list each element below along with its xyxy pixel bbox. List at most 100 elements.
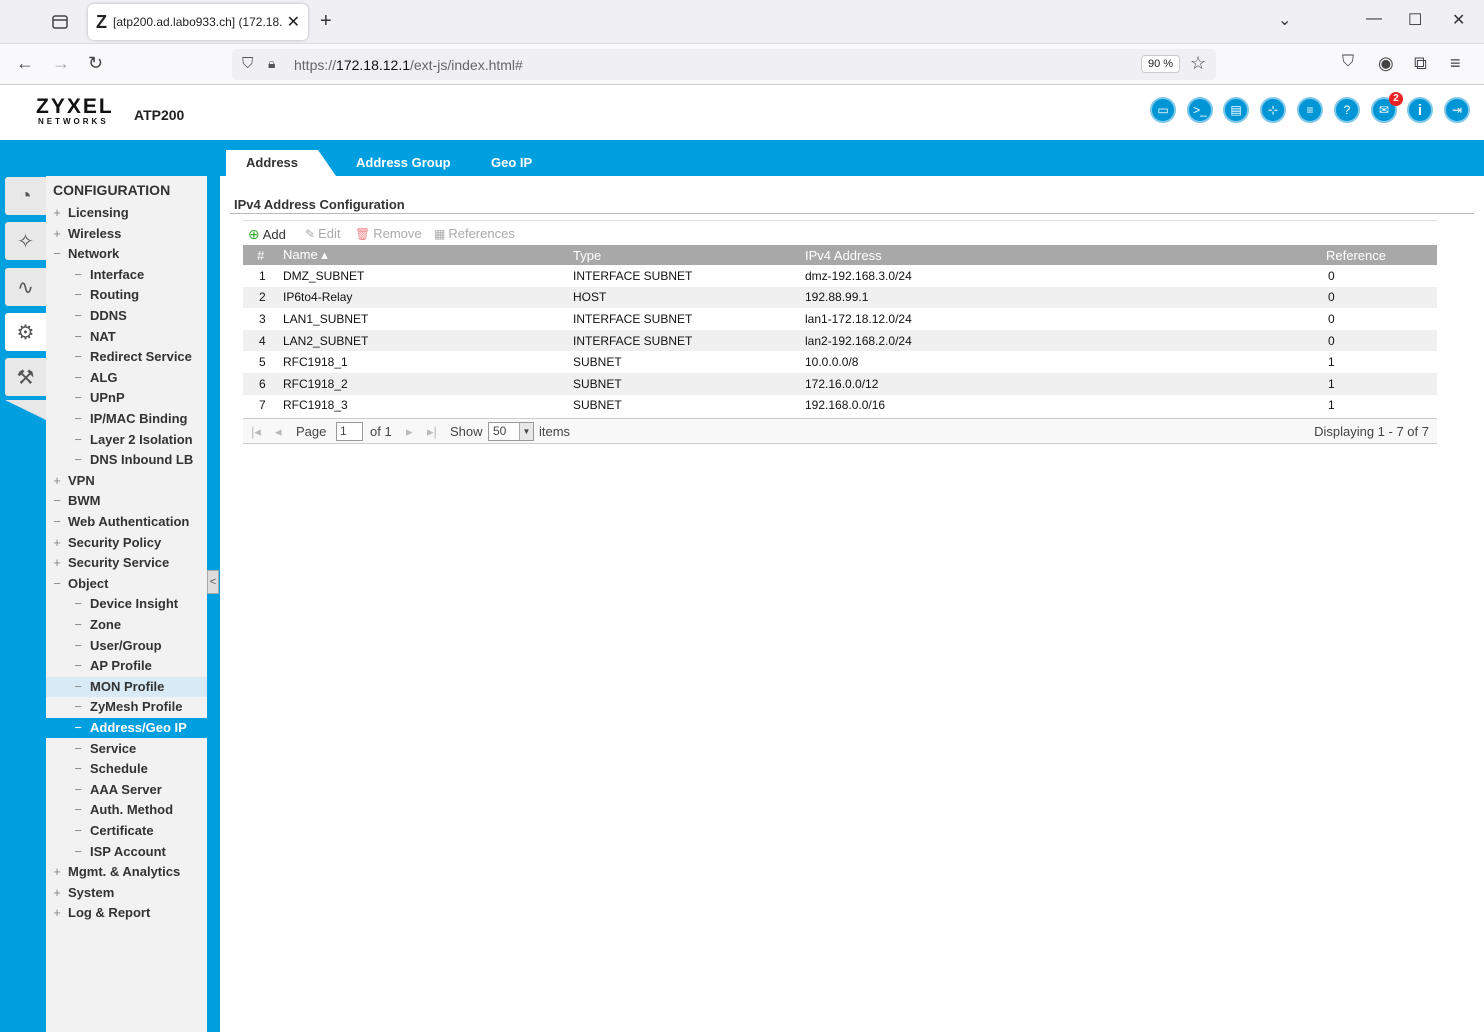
account-icon[interactable]: ◉ — [1378, 53, 1394, 74]
prev-page-icon[interactable]: ◂ — [275, 424, 282, 440]
browser-tab[interactable]: Z [atp200.ad.labo933.ch] (172.18. ✕ — [88, 4, 308, 40]
table-row[interactable]: 2 IP6to4-Relay HOST 192.88.99.1 0 — [243, 286, 1437, 309]
address-bar[interactable]: ⛉ 🔒︎ https://172.18.12.1/ext-js/index.ht… — [232, 49, 1216, 80]
last-page-icon[interactable]: ▸| — [427, 424, 437, 440]
sidebar-item[interactable]: + Log & Report — [46, 903, 207, 923]
remove-button[interactable]: 🗑︎ Remove — [355, 226, 422, 241]
tree-branch-icon[interactable]: − — [46, 512, 68, 532]
table-row[interactable]: 3 LAN1_SUBNET INTERFACE SUBNET lan1-172.18.… — [243, 308, 1437, 330]
monitor-icon[interactable]: ▤ — [1223, 97, 1249, 123]
col-name[interactable]: Name ▴ — [279, 245, 569, 265]
new-tab-icon[interactable]: + — [320, 10, 332, 33]
monitor-pulse-icon[interactable]: ∿ — [5, 268, 46, 306]
add-button[interactable]: ⊕ Add — [248, 226, 286, 243]
tab-address-group[interactable]: Address Group — [356, 150, 451, 176]
sidebar-item[interactable]: − DNS Inbound LB — [46, 450, 207, 470]
tab-list-icon[interactable] — [50, 12, 70, 32]
zoom-level[interactable]: 90 % — [1141, 55, 1181, 73]
col-type[interactable]: Type — [569, 245, 801, 265]
sidebar-item[interactable]: − Auth. Method — [46, 800, 207, 820]
sidebar-item[interactable]: − ALG — [46, 368, 207, 388]
tab-address[interactable]: Address — [226, 150, 318, 176]
logout-icon[interactable]: ⇥ — [1444, 97, 1470, 123]
sidebar-item[interactable]: − Web Authentication — [46, 512, 207, 532]
sidebar-item[interactable]: + System — [46, 883, 207, 903]
table-row[interactable]: 5 RFC1918_1 SUBNET 10.0.0.0/8 1 — [243, 351, 1437, 373]
page-number-input[interactable]: 1 — [336, 422, 363, 441]
col-ipv4-address[interactable]: IPv4 Address — [801, 245, 1322, 265]
sidebar-item[interactable]: − Redirect Service — [46, 347, 207, 367]
expand-icon[interactable]: + — [46, 862, 68, 882]
page-size-select[interactable]: 50 ▼ — [488, 422, 534, 441]
sidebar-item[interactable]: + Security Service — [46, 553, 207, 573]
table-row[interactable]: 7 RFC1918_3 SUBNET 192.168.0.0/16 1 — [243, 395, 1437, 417]
sidebar-item[interactable]: − AAA Server — [46, 780, 207, 800]
sidebar-item[interactable]: − Layer 2 Isolation — [46, 430, 207, 450]
sidebar-item[interactable]: − IP/MAC Binding — [46, 409, 207, 429]
sidebar-item[interactable]: − Interface — [46, 265, 207, 285]
sidebar-item[interactable]: − Device Insight — [46, 594, 207, 614]
bookmark-star-icon[interactable]: ☆ — [1190, 53, 1206, 74]
chat-icon[interactable]: ≡ — [1297, 97, 1323, 123]
maintenance-tools-icon[interactable]: ⚒ — [5, 358, 46, 396]
sidebar-item[interactable]: + Security Policy — [46, 533, 207, 553]
close-tab-icon[interactable]: ✕ — [287, 12, 300, 32]
sidebar-item[interactable]: − Routing — [46, 285, 207, 305]
sidebar-item[interactable]: − ZyMesh Profile — [46, 697, 207, 717]
sidebar-item[interactable]: − Object — [46, 574, 207, 594]
col-index[interactable]: # — [243, 245, 279, 265]
sidebar-item[interactable]: + VPN — [46, 471, 207, 491]
pocket-icon[interactable]: ⛉ — [1342, 53, 1354, 71]
table-row[interactable]: 4 LAN2_SUBNET INTERFACE SUBNET lan2-192.168… — [243, 329, 1437, 352]
sidebar-item[interactable]: − Service — [46, 739, 207, 759]
tree-branch-icon[interactable]: − — [46, 574, 68, 594]
next-page-icon[interactable]: ▸ — [406, 424, 413, 440]
expand-icon[interactable]: + — [46, 224, 68, 244]
forward-icon[interactable]: → — [52, 53, 70, 74]
quick-setup-icon[interactable]: ✧ — [5, 222, 46, 260]
minimize-icon[interactable]: — — [1366, 10, 1382, 28]
sidebar-item[interactable]: + Wireless — [46, 224, 207, 244]
configuration-gear-icon[interactable]: ⚙ — [5, 313, 46, 351]
sidebar-item[interactable]: − ISP Account — [46, 842, 207, 862]
shield-icon[interactable]: ⛉ — [242, 55, 253, 72]
sidebar-item[interactable]: + Mgmt. & Analytics — [46, 862, 207, 882]
chevron-down-icon[interactable]: ▼ — [519, 423, 533, 440]
sidebar-item[interactable]: − User/Group — [46, 636, 207, 656]
edit-button[interactable]: ✎ Edit — [305, 226, 340, 241]
network-map-icon[interactable]: ⊹ — [1260, 97, 1286, 123]
maximize-icon[interactable]: ☐ — [1408, 10, 1422, 30]
sidebar-item[interactable]: + Licensing — [46, 203, 207, 223]
menu-icon[interactable]: ≡ — [1450, 53, 1461, 74]
close-window-icon[interactable]: ✕ — [1452, 10, 1465, 30]
tab-overflow-chevron-icon[interactable]: ⌄ — [1278, 10, 1291, 30]
collapse-sidebar-icon[interactable]: < — [207, 570, 219, 594]
lock-icon[interactable]: 🔒︎ — [268, 55, 275, 72]
table-row[interactable]: 6 RFC1918_2 SUBNET 172.16.0.0/12 1 — [243, 372, 1437, 395]
sidebar-item[interactable]: − UPnP — [46, 388, 207, 408]
sidebar-item[interactable]: − Certificate — [46, 821, 207, 841]
reload-icon[interactable]: ↻ — [88, 53, 103, 74]
references-button[interactable]: ▦ References — [434, 226, 515, 241]
sidebar-item[interactable]: − DDNS — [46, 306, 207, 326]
sidebar-item[interactable]: − AP Profile — [46, 656, 207, 676]
sidebar-item[interactable]: − BWM — [46, 491, 207, 511]
table-row[interactable]: 1 DMZ_SUBNET INTERFACE SUBNET dmz-192.168.3… — [243, 265, 1437, 287]
tab-geo-ip[interactable]: Geo IP — [491, 150, 532, 176]
extensions-icon[interactable]: ⧉ — [1414, 53, 1427, 74]
help-icon[interactable]: ? — [1334, 97, 1360, 123]
sidebar-item[interactable]: − Zone — [46, 615, 207, 635]
console-icon[interactable]: ▭ — [1150, 97, 1176, 123]
dashboard-icon[interactable]: ◔ — [5, 177, 46, 215]
expand-icon[interactable]: + — [46, 553, 68, 573]
back-icon[interactable]: ← — [16, 53, 34, 74]
expand-icon[interactable]: + — [46, 903, 68, 923]
expand-icon[interactable]: + — [46, 533, 68, 553]
expand-icon[interactable]: + — [46, 471, 68, 491]
url-text[interactable]: https://172.18.12.1/ext-js/index.html# — [294, 57, 523, 73]
sidebar-item[interactable]: − Address/Geo IP — [46, 718, 207, 738]
sidebar-item[interactable]: − MON Profile — [46, 676, 207, 697]
expand-icon[interactable]: + — [46, 883, 68, 903]
sidebar-item[interactable]: − Schedule — [46, 759, 207, 779]
first-page-icon[interactable]: |◂ — [251, 424, 261, 440]
